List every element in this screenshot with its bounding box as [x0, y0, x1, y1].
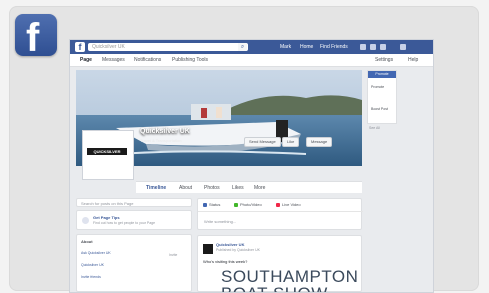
live-video-icon — [276, 203, 280, 207]
account-menu-icon[interactable] — [400, 44, 406, 50]
composer-status-tab[interactable]: Status — [209, 202, 220, 207]
post-text: Who's visiting this week? — [203, 259, 248, 264]
messages-icon[interactable] — [370, 44, 376, 50]
profile-logo-text: QUICKSILVER — [87, 148, 127, 155]
tab-photos[interactable]: Photos — [204, 184, 220, 192]
left-column: Search for posts on this Page Get Page T… — [76, 198, 192, 292]
page-posts-search-input[interactable]: Search for posts on this Page — [76, 198, 192, 207]
post-meta: Published by Quicksilver UK — [216, 248, 260, 252]
about-row[interactable]: Ask Quicksilver UK — [81, 251, 111, 255]
tab-page[interactable]: Page — [80, 56, 92, 64]
photo-icon — [234, 203, 238, 207]
tab-about[interactable]: About — [179, 184, 192, 192]
composer-input[interactable]: Write something... — [204, 219, 236, 224]
post-avatar[interactable] — [203, 244, 213, 254]
composer-live-tab[interactable]: Live Video — [282, 202, 301, 207]
page-admin-bar: Page Messages Notifications Publishing T… — [70, 54, 433, 67]
send-message-button[interactable]: Send Message — [244, 137, 281, 147]
feed-post: Quicksilver UK Published by Quicksilver … — [197, 235, 362, 292]
promote-item[interactable]: Promote — [371, 85, 384, 89]
composer-divider — [198, 211, 363, 212]
about-card: About Ask Quicksilver UK Invite Quicksil… — [76, 234, 192, 292]
see-all-link[interactable]: See All — [369, 126, 380, 130]
tab-timeline[interactable]: Timeline — [146, 184, 166, 192]
tab-more[interactable]: More — [254, 184, 265, 192]
about-row[interactable]: Quicksilver UK — [81, 263, 104, 267]
tab-likes[interactable]: Likes — [232, 184, 244, 192]
facebook-page-screenshot: f Quicksilver UK ⌕ Mark Home Find Friend… — [69, 39, 434, 293]
tab-messages[interactable]: Messages — [102, 56, 125, 64]
boost-post-item[interactable]: Boost Post — [371, 107, 388, 111]
message-button[interactable]: Message — [306, 137, 333, 147]
about-row[interactable]: Invite friends — [81, 275, 101, 279]
about-heading: About — [81, 239, 93, 244]
like-button[interactable]: Like — [282, 137, 300, 147]
status-icon — [203, 203, 207, 207]
tab-settings[interactable]: Settings — [375, 56, 393, 64]
friend-requests-icon[interactable] — [360, 44, 366, 50]
center-column: Status Photo/Video Live Video Write some… — [197, 198, 363, 292]
promote-panel: Promote Promote Boost Post — [367, 70, 397, 124]
facebook-icon[interactable]: f — [75, 42, 85, 52]
search-icon[interactable]: ⌕ — [238, 43, 247, 51]
profile-picture[interactable]: QUICKSILVER — [82, 130, 134, 180]
timeline-tabs: Timeline About Photos Likes More — [136, 181, 362, 193]
post-composer: Status Photo/Video Live Video Write some… — [197, 198, 363, 230]
nav-profile-link[interactable]: Mark — [280, 43, 291, 51]
tips-title: Get Page Tips — [93, 215, 120, 220]
page-tips-card[interactable]: Get Page Tips Find out how to get people… — [76, 210, 192, 230]
page-name: Quicksilver UK — [140, 128, 190, 135]
post-author[interactable]: Quicksilver UK — [216, 242, 244, 247]
page-category: Travel & Transportation — [140, 138, 182, 143]
nav-find-friends-link[interactable]: Find Friends — [320, 43, 348, 51]
composer-photo-tab[interactable]: Photo/Video — [240, 202, 262, 207]
facebook-logo-icon: f — [15, 14, 57, 60]
tab-notifications[interactable]: Notifications — [134, 56, 161, 64]
tips-subtitle: Find out how to get people to your Page — [93, 221, 156, 225]
tips-icon — [82, 217, 89, 224]
nav-home-link[interactable]: Home — [300, 43, 313, 51]
invite-link[interactable]: Invite — [169, 253, 177, 257]
notifications-icon[interactable] — [380, 44, 386, 50]
tab-publishing-tools[interactable]: Publishing Tools — [172, 56, 208, 64]
top-navigation-bar: f Quicksilver UK ⌕ Mark Home Find Friend… — [70, 40, 433, 54]
promote-header[interactable]: Promote — [368, 71, 396, 78]
post-image-subtitle: BOAT SHOW — [221, 284, 328, 292]
search-input[interactable]: Quicksilver UK — [88, 43, 248, 51]
tab-help[interactable]: Help — [408, 56, 418, 64]
